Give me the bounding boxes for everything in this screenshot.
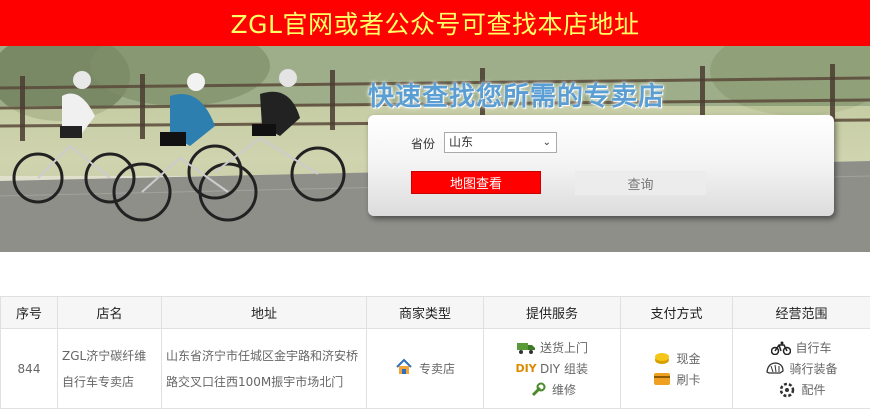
- store-search-panel: 省份 山东 ⌄ 地图查看 查询: [368, 115, 834, 216]
- scope-item: 骑行装备: [765, 360, 838, 377]
- parts-icon: [777, 382, 797, 398]
- service-item: DIY DIY 组装: [515, 360, 588, 377]
- header-name: 店名: [57, 296, 162, 329]
- payment-item: 刷卡: [652, 371, 701, 388]
- header-id: 序号: [0, 296, 58, 329]
- card-icon: [652, 373, 672, 385]
- cell-store-name: ZGL济宁碳纤维自行车专卖店: [57, 328, 162, 409]
- scope-label: 自行车: [795, 341, 832, 355]
- bike-icon: [771, 341, 792, 355]
- scope-label: 骑行装备: [789, 362, 838, 376]
- payment-item: 现金: [652, 350, 701, 367]
- cell-scope: 自行车 骑行装备 配件: [732, 328, 870, 409]
- table-header-row: 序号 店名 地址 商家类型 提供服务 支付方式 经营范围: [0, 296, 870, 329]
- map-view-button[interactable]: 地图查看: [411, 171, 541, 194]
- service-label: 送货上门: [539, 341, 588, 355]
- scope-label: 配件: [801, 383, 826, 397]
- cell-address: 山东省济宁市任城区金宇路和济安桥路交叉口往西100M振宇市场北门: [161, 328, 367, 409]
- service-item: 送货上门: [516, 339, 588, 356]
- service-label: 维修: [551, 383, 576, 397]
- cell-payment: 现金 刷卡: [620, 328, 733, 409]
- house-icon: [395, 358, 413, 379]
- top-banner: ZGL官网或者公众号可查找本店地址: [0, 0, 870, 46]
- payment-label: 刷卡: [676, 372, 701, 387]
- diy-icon: DIY: [515, 362, 537, 375]
- province-select[interactable]: 山东 ⌄: [444, 132, 557, 153]
- province-label: 省份: [411, 137, 436, 151]
- header-payment: 支付方式: [620, 296, 733, 329]
- scope-item: 配件: [777, 381, 826, 398]
- cell-id: 844: [0, 328, 58, 409]
- cell-type: 专卖店: [366, 328, 484, 409]
- payment-label: 现金: [676, 351, 701, 366]
- header-address: 地址: [161, 296, 367, 329]
- header-scope: 经营范围: [732, 296, 870, 329]
- store-table: 序号 店名 地址 商家类型 提供服务 支付方式 经营范围 844 ZGL济宁碳纤…: [0, 296, 870, 409]
- query-button[interactable]: 查询: [575, 171, 706, 195]
- hero-title: 快速查找您所需的专卖店: [368, 82, 666, 112]
- helmet-icon: [765, 361, 785, 376]
- service-item: 维修: [528, 381, 576, 398]
- chevron-down-icon: ⌄: [542, 137, 551, 148]
- header-services: 提供服务: [483, 296, 621, 329]
- scope-item: 自行车: [771, 339, 832, 356]
- table-row: 844 ZGL济宁碳纤维自行车专卖店 山东省济宁市任城区金宇路和济安桥路交叉口往…: [0, 328, 870, 409]
- coin-icon: [652, 350, 672, 366]
- cell-services: 送货上门 DIY DIY 组装 维修: [483, 328, 621, 409]
- truck-icon: [516, 342, 536, 354]
- store-type-label: 专卖店: [418, 362, 455, 376]
- wrench-icon: [528, 382, 548, 398]
- header-type: 商家类型: [366, 296, 484, 329]
- hero-banner: 快速查找您所需的专卖店 省份 山东 ⌄ 地图查看 查询: [0, 46, 870, 252]
- service-label: DIY 组装: [540, 362, 588, 376]
- banner-text: ZGL官网或者公众号可查找本店地址: [230, 10, 640, 39]
- province-selected-value: 山东: [449, 135, 474, 149]
